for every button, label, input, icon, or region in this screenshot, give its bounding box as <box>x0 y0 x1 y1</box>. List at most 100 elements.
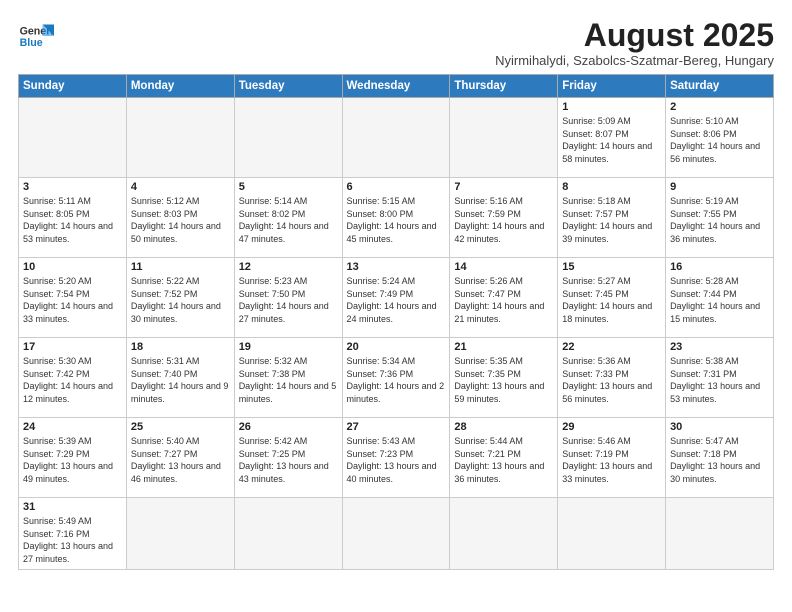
table-row <box>666 498 774 569</box>
table-row: 30 Sunrise: 5:47 AM Sunset: 7:18 PM Dayli… <box>666 418 774 498</box>
day-number: 3 <box>23 181 122 193</box>
day-info: Sunrise: 5:47 AM Sunset: 7:18 PM Dayligh… <box>670 435 769 485</box>
calendar-week-row: 17Sunrise: 5:30 AM Sunset: 7:42 PM Dayli… <box>19 338 774 418</box>
table-row: 4Sunrise: 5:12 AM Sunset: 8:03 PM Daylig… <box>126 178 234 258</box>
day-number: 6 <box>347 181 446 193</box>
day-info: Sunrise: 5:49 AM Sunset: 7:16 PM Dayligh… <box>23 515 122 565</box>
day-info: Sunrise: 5:35 AM Sunset: 7:35 PM Dayligh… <box>454 355 553 405</box>
table-row <box>450 498 558 569</box>
day-info: Sunrise: 5:44 AM Sunset: 7:21 PM Dayligh… <box>454 435 553 485</box>
day-number: 15 <box>562 261 661 273</box>
day-info: Sunrise: 5:27 AM Sunset: 7:45 PM Dayligh… <box>562 275 661 325</box>
day-number: 20 <box>347 341 446 353</box>
day-number: 22 <box>562 341 661 353</box>
day-info: Sunrise: 5:36 AM Sunset: 7:33 PM Dayligh… <box>562 355 661 405</box>
calendar-week-row: 31 Sunrise: 5:49 AM Sunset: 7:16 PM Dayli… <box>19 498 774 569</box>
table-row: 15 Sunrise: 5:27 AM Sunset: 7:45 PM Dayli… <box>558 258 666 338</box>
table-row <box>450 98 558 178</box>
day-number: 2 <box>670 101 769 113</box>
table-row: 7Sunrise: 5:16 AM Sunset: 7:59 PM Daylig… <box>450 178 558 258</box>
logo: General Blue <box>18 18 54 54</box>
calendar-week-row: 1 Sunrise: 5:09 AM Sunset: 8:07 PM Daylig… <box>19 98 774 178</box>
col-friday: Friday <box>558 75 666 98</box>
day-info: Sunrise: 5:09 AM Sunset: 8:07 PM Dayligh… <box>562 115 661 165</box>
table-row: 12Sunrise: 5:23 AM Sunset: 7:50 PM Dayli… <box>234 258 342 338</box>
table-row <box>234 498 342 569</box>
day-number: 19 <box>239 341 338 353</box>
day-number: 27 <box>347 421 446 433</box>
table-row: 9Sunrise: 5:19 AM Sunset: 7:55 PM Daylig… <box>666 178 774 258</box>
table-row: 29Sunrise: 5:46 AM Sunset: 7:19 PM Dayli… <box>558 418 666 498</box>
table-row <box>342 498 450 569</box>
table-row: 28Sunrise: 5:44 AM Sunset: 7:21 PM Dayli… <box>450 418 558 498</box>
svg-text:Blue: Blue <box>20 37 43 49</box>
table-row: 6Sunrise: 5:15 AM Sunset: 8:00 PM Daylig… <box>342 178 450 258</box>
day-info: Sunrise: 5:18 AM Sunset: 7:57 PM Dayligh… <box>562 195 661 245</box>
col-thursday: Thursday <box>450 75 558 98</box>
table-row: 27 Sunrise: 5:43 AM Sunset: 7:23 PM Dayli… <box>342 418 450 498</box>
table-row: 19 Sunrise: 5:32 AM Sunset: 7:38 PM Dayli… <box>234 338 342 418</box>
day-number: 13 <box>347 261 446 273</box>
table-row: 22 Sunrise: 5:36 AM Sunset: 7:33 PM Dayli… <box>558 338 666 418</box>
header: General Blue August 2025 Nyirmihalydi, S… <box>18 18 774 68</box>
day-number: 25 <box>131 421 230 433</box>
day-info: Sunrise: 5:31 AM Sunset: 7:40 PM Dayligh… <box>131 355 230 405</box>
day-number: 17 <box>23 341 122 353</box>
table-row <box>234 98 342 178</box>
day-number: 8 <box>562 181 661 193</box>
day-info: Sunrise: 5:26 AM Sunset: 7:47 PM Dayligh… <box>454 275 553 325</box>
table-row: 2 Sunrise: 5:10 AM Sunset: 8:06 PM Daylig… <box>666 98 774 178</box>
day-info: Sunrise: 5:43 AM Sunset: 7:23 PM Dayligh… <box>347 435 446 485</box>
day-number: 21 <box>454 341 553 353</box>
table-row: 8 Sunrise: 5:18 AM Sunset: 7:57 PM Daylig… <box>558 178 666 258</box>
day-info: Sunrise: 5:46 AM Sunset: 7:19 PM Dayligh… <box>562 435 661 485</box>
day-number: 10 <box>23 261 122 273</box>
table-row: 3 Sunrise: 5:11 AM Sunset: 8:05 PM Daylig… <box>19 178 127 258</box>
day-info: Sunrise: 5:14 AM Sunset: 8:02 PM Dayligh… <box>239 195 338 245</box>
table-row: 14 Sunrise: 5:26 AM Sunset: 7:47 PM Dayli… <box>450 258 558 338</box>
day-info: Sunrise: 5:28 AM Sunset: 7:44 PM Dayligh… <box>670 275 769 325</box>
calendar: Sunday Monday Tuesday Wednesday Thursday… <box>18 74 774 569</box>
location: Nyirmihalydi, Szabolcs-Szatmar-Bereg, Hu… <box>495 53 774 68</box>
day-number: 12 <box>239 261 338 273</box>
table-row: 16 Sunrise: 5:28 AM Sunset: 7:44 PM Dayli… <box>666 258 774 338</box>
calendar-week-row: 3 Sunrise: 5:11 AM Sunset: 8:05 PM Daylig… <box>19 178 774 258</box>
table-row: 20 Sunrise: 5:34 AM Sunset: 7:36 PM Dayli… <box>342 338 450 418</box>
day-number: 9 <box>670 181 769 193</box>
day-number: 5 <box>239 181 338 193</box>
day-number: 31 <box>23 501 122 513</box>
col-wednesday: Wednesday <box>342 75 450 98</box>
day-number: 16 <box>670 261 769 273</box>
day-info: Sunrise: 5:24 AM Sunset: 7:49 PM Dayligh… <box>347 275 446 325</box>
table-row: 10 Sunrise: 5:20 AM Sunset: 7:54 PM Dayli… <box>19 258 127 338</box>
table-row: 5 Sunrise: 5:14 AM Sunset: 8:02 PM Daylig… <box>234 178 342 258</box>
day-info: Sunrise: 5:10 AM Sunset: 8:06 PM Dayligh… <box>670 115 769 165</box>
calendar-header-row: Sunday Monday Tuesday Wednesday Thursday… <box>19 75 774 98</box>
title-area: August 2025 Nyirmihalydi, Szabolcs-Szatm… <box>495 18 774 68</box>
day-number: 30 <box>670 421 769 433</box>
table-row: 17Sunrise: 5:30 AM Sunset: 7:42 PM Dayli… <box>19 338 127 418</box>
day-number: 7 <box>454 181 553 193</box>
day-number: 4 <box>131 181 230 193</box>
day-number: 14 <box>454 261 553 273</box>
day-info: Sunrise: 5:42 AM Sunset: 7:25 PM Dayligh… <box>239 435 338 485</box>
table-row: 11 Sunrise: 5:22 AM Sunset: 7:52 PM Dayli… <box>126 258 234 338</box>
day-info: Sunrise: 5:39 AM Sunset: 7:29 PM Dayligh… <box>23 435 122 485</box>
col-monday: Monday <box>126 75 234 98</box>
table-row: 21 Sunrise: 5:35 AM Sunset: 7:35 PM Dayli… <box>450 338 558 418</box>
day-info: Sunrise: 5:11 AM Sunset: 8:05 PM Dayligh… <box>23 195 122 245</box>
table-row <box>19 98 127 178</box>
table-row: 31 Sunrise: 5:49 AM Sunset: 7:16 PM Dayli… <box>19 498 127 569</box>
day-info: Sunrise: 5:38 AM Sunset: 7:31 PM Dayligh… <box>670 355 769 405</box>
day-number: 11 <box>131 261 230 273</box>
table-row <box>126 98 234 178</box>
month-title: August 2025 <box>495 18 774 53</box>
day-info: Sunrise: 5:20 AM Sunset: 7:54 PM Dayligh… <box>23 275 122 325</box>
day-info: Sunrise: 5:22 AM Sunset: 7:52 PM Dayligh… <box>131 275 230 325</box>
table-row <box>558 498 666 569</box>
day-info: Sunrise: 5:32 AM Sunset: 7:38 PM Dayligh… <box>239 355 338 405</box>
calendar-week-row: 24Sunrise: 5:39 AM Sunset: 7:29 PM Dayli… <box>19 418 774 498</box>
day-number: 1 <box>562 101 661 113</box>
day-number: 18 <box>131 341 230 353</box>
day-info: Sunrise: 5:34 AM Sunset: 7:36 PM Dayligh… <box>347 355 446 405</box>
